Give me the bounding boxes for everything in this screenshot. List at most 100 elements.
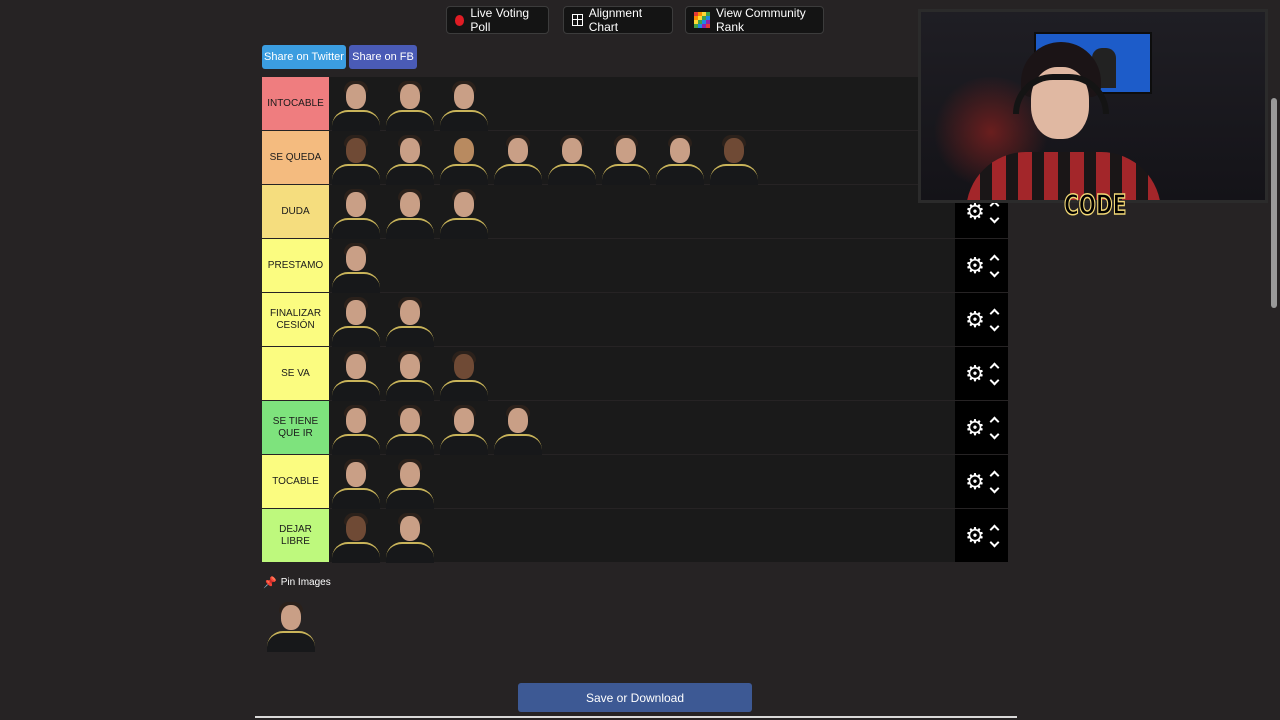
player-card[interactable] <box>264 598 318 652</box>
tier-items[interactable] <box>329 131 955 185</box>
player-face <box>281 605 301 630</box>
player-face <box>400 462 420 487</box>
player-card[interactable] <box>383 77 437 131</box>
tier-items[interactable] <box>329 455 955 509</box>
tier-items[interactable] <box>329 77 955 131</box>
chevron-down-icon[interactable] <box>989 375 1000 385</box>
share-twitter-button[interactable]: Share on Twitter <box>262 45 346 69</box>
tier-items[interactable] <box>329 185 955 239</box>
player-face <box>346 84 366 109</box>
chevron-down-icon[interactable] <box>989 537 1000 547</box>
player-card[interactable] <box>383 401 437 455</box>
tier-label[interactable]: DEJAR LIBRE <box>262 509 329 562</box>
chevron-up-icon[interactable] <box>989 308 1000 318</box>
tier-label[interactable]: FINALIZAR CESIÓN <box>262 293 329 346</box>
tier-row: TOCABLE ⚙ <box>262 455 1008 509</box>
player-body <box>440 164 488 185</box>
player-body <box>494 164 542 185</box>
player-card[interactable] <box>653 131 707 185</box>
player-card[interactable] <box>491 131 545 185</box>
player-card[interactable] <box>437 347 491 401</box>
player-body <box>386 542 434 563</box>
player-card[interactable] <box>329 239 383 293</box>
player-card[interactable] <box>329 455 383 509</box>
player-card[interactable] <box>437 401 491 455</box>
player-body <box>386 110 434 131</box>
player-card[interactable] <box>329 131 383 185</box>
player-body <box>332 164 380 185</box>
player-card[interactable] <box>329 509 383 563</box>
chevron-up-icon[interactable] <box>989 254 1000 264</box>
player-card[interactable] <box>329 185 383 239</box>
player-body <box>332 434 380 455</box>
player-face <box>724 138 744 163</box>
gear-icon[interactable]: ⚙ <box>965 416 985 439</box>
page-scrollbar[interactable] <box>1268 0 1280 720</box>
tier-move-arrows <box>989 415 1000 441</box>
tier-label[interactable]: SE TIENE QUE IR <box>262 401 329 454</box>
player-card[interactable] <box>491 401 545 455</box>
chevron-down-icon[interactable] <box>989 213 1000 223</box>
player-card[interactable] <box>383 185 437 239</box>
gear-icon[interactable]: ⚙ <box>965 254 985 277</box>
gear-icon[interactable]: ⚙ <box>965 308 985 331</box>
chevron-up-icon[interactable] <box>989 416 1000 426</box>
tier-row: SE QUEDA⚙ <box>262 131 1008 185</box>
tier-label[interactable]: PRESTAMO <box>262 239 329 292</box>
player-body <box>332 218 380 239</box>
gear-icon[interactable]: ⚙ <box>965 470 985 493</box>
chevron-down-icon[interactable] <box>989 483 1000 493</box>
tier-items[interactable] <box>329 401 955 455</box>
save-or-download-button[interactable]: Save or Download <box>518 683 752 712</box>
player-card[interactable] <box>437 185 491 239</box>
player-card[interactable] <box>383 131 437 185</box>
tier-items[interactable] <box>329 239 955 293</box>
player-card[interactable] <box>329 293 383 347</box>
player-face <box>454 354 474 379</box>
chevron-up-icon[interactable] <box>989 470 1000 480</box>
player-body <box>494 434 542 455</box>
player-card[interactable] <box>707 131 761 185</box>
player-face <box>508 408 528 433</box>
alignment-chart-button[interactable]: Alignment Chart <box>563 6 673 34</box>
player-body <box>386 326 434 347</box>
player-face <box>346 408 366 433</box>
player-card[interactable] <box>329 347 383 401</box>
scrollbar-thumb[interactable] <box>1271 98 1277 308</box>
player-card[interactable] <box>437 131 491 185</box>
tier-label[interactable]: SE QUEDA <box>262 131 329 184</box>
tier-label[interactable]: SE VA <box>262 347 329 400</box>
live-voting-poll-button[interactable]: Live Voting Poll <box>446 6 549 34</box>
tier-label[interactable]: DUDA <box>262 185 329 238</box>
player-card[interactable] <box>383 347 437 401</box>
chevron-up-icon[interactable] <box>989 524 1000 534</box>
gear-icon[interactable]: ⚙ <box>965 362 985 385</box>
player-face <box>562 138 582 163</box>
player-face <box>400 192 420 217</box>
gear-icon[interactable]: ⚙ <box>965 524 985 547</box>
chevron-down-icon[interactable] <box>989 429 1000 439</box>
player-card[interactable] <box>383 509 437 563</box>
tier-label[interactable]: TOCABLE <box>262 455 329 508</box>
pin-images-toggle[interactable]: 📌 Pin Images <box>263 576 331 589</box>
view-community-rank-button[interactable]: View Community Rank <box>685 6 824 34</box>
tier-items[interactable] <box>329 293 955 347</box>
player-card[interactable] <box>545 131 599 185</box>
player-card[interactable] <box>329 77 383 131</box>
player-card[interactable] <box>383 293 437 347</box>
chevron-down-icon[interactable] <box>989 267 1000 277</box>
tier-items[interactable] <box>329 347 955 401</box>
player-card[interactable] <box>437 77 491 131</box>
player-body <box>548 164 596 185</box>
player-body <box>386 488 434 509</box>
tier-items[interactable] <box>329 509 955 563</box>
tier-label[interactable]: INTOCABLE <box>262 77 329 130</box>
player-card[interactable] <box>599 131 653 185</box>
player-card[interactable] <box>383 455 437 509</box>
chevron-up-icon[interactable] <box>989 362 1000 372</box>
gear-icon[interactable]: ⚙ <box>965 200 985 223</box>
share-fb-button[interactable]: Share on FB <box>349 45 417 69</box>
player-face <box>400 354 420 379</box>
player-card[interactable] <box>329 401 383 455</box>
chevron-down-icon[interactable] <box>989 321 1000 331</box>
